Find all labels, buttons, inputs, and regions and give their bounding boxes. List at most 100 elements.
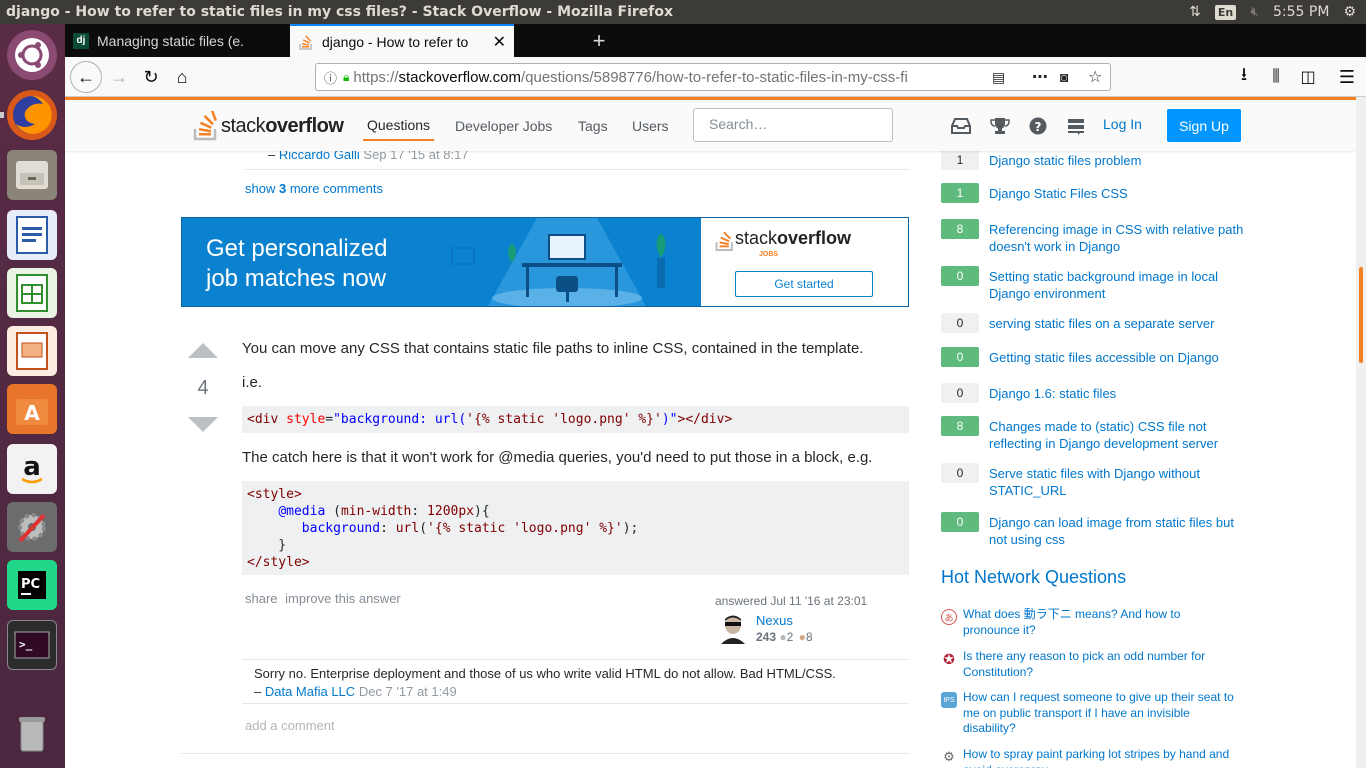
reload-button[interactable]: ↻: [136, 62, 166, 92]
reputation-score: 243: [756, 630, 777, 644]
nav-users[interactable]: Users: [628, 110, 673, 141]
libreoffice-calc-icon[interactable]: [7, 268, 57, 318]
related-question-link[interactable]: Django 1.6: static files: [989, 385, 1249, 402]
hot-network-questions-title[interactable]: Hot Network Questions: [941, 567, 1126, 588]
bronze-badge-icon: ●: [798, 630, 806, 644]
ubuntu-dash-icon[interactable]: [7, 30, 57, 80]
add-comment-link[interactable]: add a comment: [245, 718, 335, 733]
help-icon[interactable]: ?: [1026, 114, 1050, 138]
related-question-link[interactable]: Django can load image from static files …: [989, 514, 1249, 548]
vote-up-button[interactable]: [188, 343, 218, 358]
signup-button[interactable]: Sign Up: [1167, 109, 1241, 142]
volume-icon[interactable]: 🔇︎: [1250, 4, 1259, 20]
secure-lock-icon[interactable]: 🔒︎: [343, 70, 349, 85]
related-score: 0: [941, 383, 979, 403]
site-info-icon[interactable]: ⓘ: [324, 68, 337, 87]
answer-user-card: answered Jul 11 '16 at 23:01 Nexus 243 ●…: [715, 594, 915, 644]
share-link[interactable]: share: [245, 591, 278, 606]
related-score: 1: [941, 150, 979, 170]
related-question-link[interactable]: Getting static files accessible on Djang…: [989, 349, 1249, 366]
related-question-link[interactable]: Django Static Files CSS: [989, 185, 1249, 202]
user-avatar[interactable]: [717, 612, 749, 644]
network-icon[interactable]: ⇅: [1189, 4, 1201, 20]
svg-text:PC: PC: [21, 577, 40, 592]
forward-button[interactable]: →: [104, 62, 134, 92]
ad-get-started-button[interactable]: Get started: [735, 271, 873, 297]
silver-badge-icon: ●: [779, 630, 787, 644]
svg-text:A: A: [24, 401, 40, 425]
svg-text:>_: >_: [19, 638, 33, 651]
tab-close-icon[interactable]: ✕: [493, 32, 506, 52]
files-icon[interactable]: [7, 150, 57, 200]
home-button[interactable]: ⌂: [167, 62, 197, 92]
scrollbar-thumb[interactable]: [1359, 267, 1363, 363]
comment-date[interactable]: Dec 7 '17 at 1:49: [359, 684, 457, 699]
settings-gear-icon[interactable]: ⚙: [1343, 4, 1356, 20]
related-question-link[interactable]: Changes made to (static) CSS file not re…: [989, 418, 1249, 452]
logo-text-light: stack: [221, 114, 266, 137]
stackoverflow-logo[interactable]: stack overflow: [193, 110, 344, 142]
related-question-link[interactable]: Django static files problem: [989, 152, 1249, 169]
post-menu: share improve this answer: [245, 591, 405, 606]
comment-dash: –: [254, 684, 262, 699]
keyboard-indicator[interactable]: En: [1214, 4, 1237, 20]
hnq-link[interactable]: What does 動ラ下ニ means? And how to pronoun…: [963, 607, 1238, 638]
downloads-icon[interactable]: ⭳: [1229, 62, 1259, 92]
achievements-trophy-icon[interactable]: [988, 114, 1012, 138]
related-score: 0: [941, 313, 979, 333]
new-tab-button[interactable]: +: [584, 24, 614, 57]
related-score: 0: [941, 463, 979, 483]
system-settings-icon[interactable]: [7, 502, 57, 552]
improve-answer-link[interactable]: improve this answer: [285, 591, 401, 606]
nav-developer-jobs[interactable]: Developer Jobs: [451, 110, 556, 141]
related-score: 0: [941, 347, 979, 367]
site-switcher-icon[interactable]: [1064, 114, 1088, 138]
back-button[interactable]: ←: [70, 61, 102, 93]
library-icon[interactable]: ⫼: [1261, 62, 1291, 92]
amazon-icon[interactable]: a: [7, 444, 57, 494]
show-more-comments-link[interactable]: show 3 more comments: [245, 181, 383, 196]
login-link[interactable]: Log In: [1103, 116, 1142, 132]
tab-managing-static-files[interactable]: dj Managing static files (e.: [65, 24, 290, 57]
page-scrollbar[interactable]: [1356, 97, 1366, 768]
related-question-link[interactable]: Serve static files with Django without S…: [989, 465, 1249, 499]
menu-hamburger-icon[interactable]: ☰: [1332, 62, 1362, 92]
tab-stackoverflow[interactable]: django - How to refer to ✕: [290, 24, 514, 57]
comment-attribution: – Data Mafia LLC Dec 7 '17 at 1:49: [254, 684, 457, 699]
pycharm-icon[interactable]: PC: [7, 560, 57, 610]
terminal-icon[interactable]: >_: [7, 620, 57, 670]
comment-author-link[interactable]: Data Mafia LLC: [265, 684, 355, 699]
hnq-link[interactable]: How can I request someone to give up the…: [963, 690, 1238, 737]
hnq-link[interactable]: Is there any reason to pick an odd numbe…: [963, 649, 1238, 680]
answered-timestamp[interactable]: answered Jul 11 '16 at 23:01: [715, 594, 915, 608]
sidebar-icon[interactable]: ◫: [1293, 62, 1323, 92]
comment-divider: [242, 703, 909, 704]
related-question-link[interactable]: Referencing image in CSS with relative p…: [989, 221, 1249, 255]
libreoffice-writer-icon[interactable]: [7, 210, 57, 260]
pocket-icon[interactable]: ◙: [1060, 69, 1068, 85]
user-name-link[interactable]: Nexus: [756, 613, 793, 628]
related-question-link[interactable]: Setting static background image in local…: [989, 268, 1249, 302]
nav-tags[interactable]: Tags: [574, 110, 612, 141]
firefox-icon[interactable]: [7, 90, 57, 140]
code-block-inline-style: <div style="background: url('{% static '…: [242, 406, 909, 433]
hnq-link[interactable]: How to spray paint parking lot stripes b…: [963, 747, 1238, 768]
ad-cta-panel: stackoverflow JOBS Get started: [701, 218, 908, 306]
libreoffice-impress-icon[interactable]: [7, 326, 57, 376]
vote-down-button[interactable]: [188, 417, 218, 432]
jobs-advertisement[interactable]: Get personalized job matches now stackov…: [181, 217, 909, 307]
nav-questions[interactable]: Questions: [363, 110, 435, 141]
reader-view-icon[interactable]: ▤: [992, 69, 1005, 86]
trash-icon[interactable]: [7, 708, 57, 758]
search-input[interactable]: Search…: [693, 108, 893, 142]
clock[interactable]: 5:55 PM: [1273, 4, 1329, 20]
software-center-icon[interactable]: A: [7, 384, 57, 434]
url-text[interactable]: https://stackoverflow.com/questions/5898…: [353, 69, 973, 86]
answer-paragraph: You can move any CSS that contains stati…: [242, 340, 864, 357]
page-actions-icon[interactable]: ⋯: [1032, 67, 1048, 87]
inbox-icon[interactable]: [949, 114, 973, 138]
bookmark-star-icon[interactable]: ☆: [1088, 67, 1102, 87]
related-question-link[interactable]: serving static files on a separate serve…: [989, 315, 1249, 332]
url-bar[interactable]: ⓘ 🔒︎ https://stackoverflow.com/questions…: [315, 63, 1111, 91]
logo-text-bold: overflow: [265, 114, 344, 137]
